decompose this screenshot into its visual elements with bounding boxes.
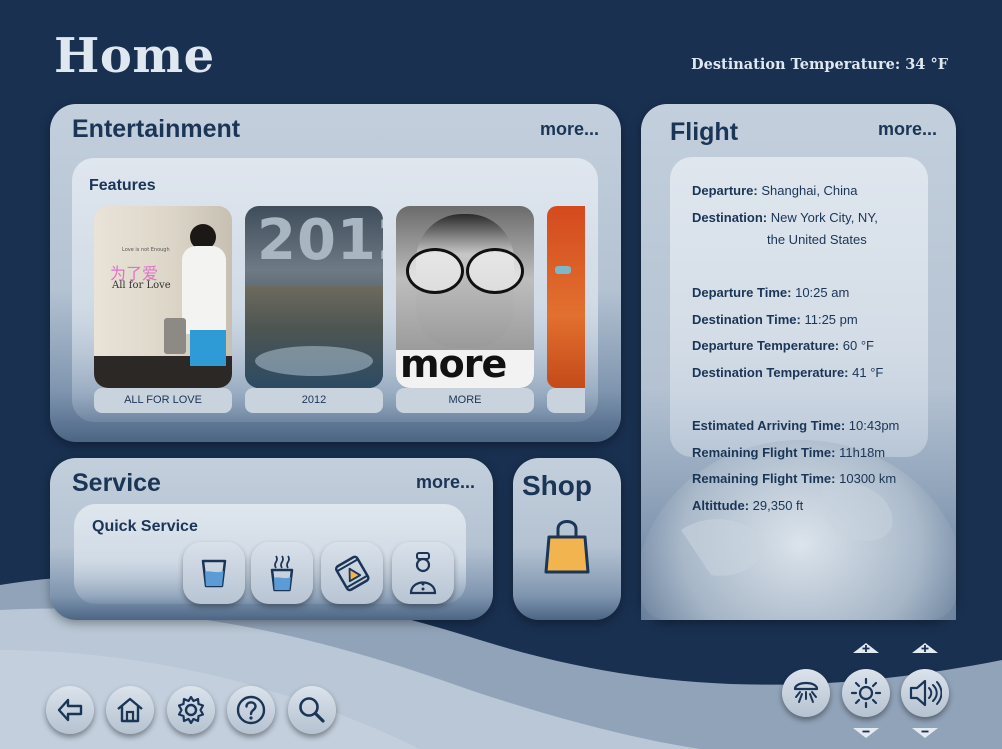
brightness-icon bbox=[850, 677, 882, 709]
poster-partial[interactable] bbox=[547, 206, 585, 388]
poster-english-title: All for Love bbox=[112, 280, 171, 291]
volume-button[interactable] bbox=[901, 669, 949, 717]
entertainment-title: Entertainment bbox=[72, 115, 241, 143]
volume-up-arrow[interactable] bbox=[910, 640, 940, 654]
back-button[interactable] bbox=[46, 686, 94, 734]
poster-more[interactable]: more bbox=[396, 206, 534, 388]
service-title: Service bbox=[72, 469, 161, 497]
page-title: Home bbox=[54, 28, 215, 84]
flight-attendant-icon bbox=[409, 552, 437, 595]
departure-line: Departure: Shanghai, China bbox=[692, 183, 858, 198]
hot-drink-button[interactable] bbox=[251, 542, 313, 604]
destination-line: Destination: New York City, NY, bbox=[692, 210, 878, 225]
entertainment-more-link[interactable]: more... bbox=[540, 119, 599, 140]
departure-temperature-line: Departure Temperature: 60 °F bbox=[692, 338, 874, 353]
flight-title: Flight bbox=[670, 118, 739, 146]
destination-line-2: the United States bbox=[767, 232, 867, 247]
poster-caption-partial[interactable] bbox=[547, 388, 585, 413]
reading-light-button[interactable] bbox=[782, 669, 830, 717]
search-icon bbox=[299, 697, 325, 723]
features-title: Features bbox=[89, 177, 156, 194]
altitude-line: Altittude: 29,350 ft bbox=[692, 498, 804, 513]
flight-more-link[interactable]: more... bbox=[878, 119, 937, 140]
poster-tagline: Love is not Enough bbox=[122, 247, 170, 253]
settings-button[interactable] bbox=[167, 686, 215, 734]
help-button[interactable] bbox=[227, 686, 275, 734]
poster-more-title: more bbox=[400, 342, 507, 386]
shopping-bag-icon[interactable] bbox=[544, 517, 590, 575]
volume-icon bbox=[909, 679, 942, 707]
poster-all-for-love[interactable]: Love is not Enough 为了爱 All for Love bbox=[94, 206, 232, 388]
poster-2012-title: 2012 bbox=[257, 208, 383, 273]
help-icon bbox=[236, 695, 266, 725]
snack-button[interactable] bbox=[321, 542, 383, 604]
brightness-button[interactable] bbox=[842, 669, 890, 717]
back-icon bbox=[57, 698, 83, 722]
light-icon bbox=[793, 681, 819, 703]
hot-drink-icon bbox=[270, 555, 294, 592]
destination-time-line: Destination Time: 11:25 pm bbox=[692, 312, 858, 327]
remaining-time-line: Remaining Flight Time: 11h18m bbox=[692, 445, 886, 460]
settings-icon bbox=[177, 695, 205, 725]
search-button[interactable] bbox=[288, 686, 336, 734]
home-icon bbox=[117, 697, 143, 723]
service-more-link[interactable]: more... bbox=[416, 472, 475, 493]
water-glass-icon bbox=[201, 559, 227, 588]
brightness-up-arrow[interactable] bbox=[851, 640, 881, 654]
poster-caption-2012[interactable]: 2012 bbox=[245, 388, 383, 413]
shop-title: Shop bbox=[522, 470, 592, 501]
eta-line: Estimated Arriving Time: 10:43pm bbox=[692, 418, 900, 433]
destination-temperature-line: Destination Temperature: 41 °F bbox=[692, 365, 884, 380]
destination-temperature: Destination Temperature: 34 °F bbox=[691, 56, 948, 73]
brightness-down-arrow[interactable] bbox=[851, 727, 881, 741]
volume-down-arrow[interactable] bbox=[910, 727, 940, 741]
home-button[interactable] bbox=[106, 686, 154, 734]
water-button[interactable] bbox=[183, 542, 245, 604]
remaining-distance-line: Remaining Flight Time: 10300 km bbox=[692, 471, 897, 486]
quick-service-title: Quick Service bbox=[92, 518, 198, 535]
poster-caption-all-for-love[interactable]: ALL FOR LOVE bbox=[94, 388, 232, 413]
poster-2012[interactable]: 2012 bbox=[245, 206, 383, 388]
departure-time-line: Departure Time: 10:25 am bbox=[692, 285, 850, 300]
snack-bag-icon bbox=[334, 555, 370, 592]
poster-caption-more[interactable]: MORE bbox=[396, 388, 534, 413]
attendant-button[interactable] bbox=[392, 542, 454, 604]
